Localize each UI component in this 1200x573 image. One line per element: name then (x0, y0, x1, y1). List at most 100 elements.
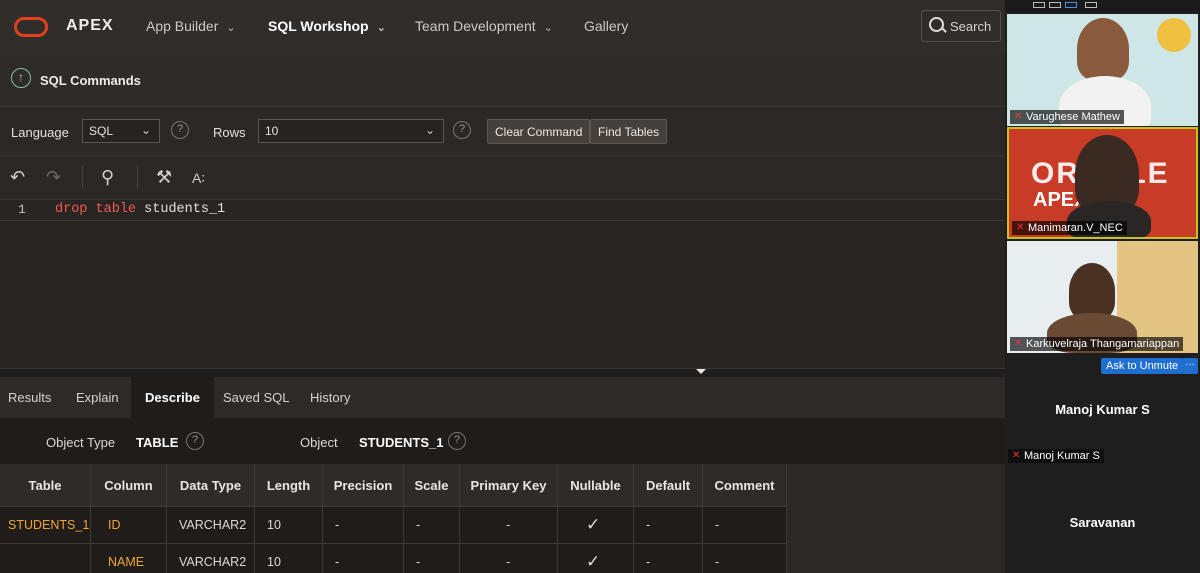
nav-team-development-label: Team Development (415, 18, 536, 34)
nav-gallery[interactable]: Gallery (584, 18, 628, 34)
table-header-row: Table Column Data Type Length Precision … (0, 464, 787, 507)
column-header: Comment (703, 464, 787, 506)
nav-sql-workshop-label: SQL Workshop (268, 18, 369, 34)
participant-name-large: Saravanan (1069, 515, 1136, 530)
nav-sql-workshop[interactable]: SQL Workshop ⌄ (268, 18, 386, 34)
hammer-icon[interactable]: ⚒ (156, 167, 172, 188)
line-number: 1 (18, 202, 26, 217)
table-cell: - (404, 507, 460, 543)
participant-tile[interactable]: Karkuvelraja Thangamariappan (1007, 241, 1198, 353)
grid-view-icon[interactable] (1085, 2, 1097, 8)
search-icon[interactable]: ⚲ (101, 167, 114, 188)
table-cell: ID (91, 507, 167, 543)
search-label: Search (950, 19, 992, 34)
undo-icon[interactable]: ↶ (10, 167, 25, 188)
search-icon (929, 17, 944, 32)
object-label: Object (300, 435, 338, 450)
describe-header: Object Type TABLE ? Object STUDENTS_1 ? (0, 418, 1005, 464)
column-header: Length (255, 464, 323, 506)
layout-icon[interactable] (1049, 2, 1061, 8)
table-cell (0, 544, 91, 573)
participant-name: Manimaran.V_NEC (1012, 221, 1127, 235)
tab-explain[interactable]: Explain (74, 377, 121, 418)
page-header: ↑ SQL Commands (0, 54, 1005, 107)
nav-app-builder-label: App Builder (146, 18, 219, 34)
find-tables-button[interactable]: Find Tables (590, 119, 668, 144)
help-icon[interactable]: ? (453, 121, 471, 139)
search-button[interactable]: Search (921, 10, 1001, 42)
layout-icon[interactable] (1065, 2, 1077, 8)
apex-window: APEX App Builder ⌄ SQL Workshop ⌄ Team Dev… (0, 0, 1005, 573)
check-icon: ✓ (558, 544, 634, 573)
tab-results[interactable]: Results (6, 377, 53, 418)
table-cell: VARCHAR2 (167, 507, 255, 543)
caret-down-icon[interactable] (696, 369, 706, 374)
chevron-down-icon: ⌄ (226, 22, 236, 34)
column-header: Data Type (167, 464, 255, 506)
help-icon[interactable]: ? (448, 432, 466, 450)
language-select[interactable]: SQL ⌄ (82, 119, 160, 143)
table-row: STUDENTS_1 ID VARCHAR2 10 - - - ✓ - - (0, 507, 787, 544)
column-header: Column (91, 464, 167, 506)
table-cell: NAME (91, 544, 167, 573)
object-value: STUDENTS_1 (359, 435, 444, 450)
page-title: SQL Commands (40, 73, 141, 88)
arrow-up-circle-icon[interactable]: ↑ (11, 68, 31, 88)
chevron-down-icon: ⌄ (543, 22, 553, 34)
participant-name-large: Manoj Kumar S (1055, 402, 1150, 417)
oracle-logo-icon[interactable] (14, 17, 48, 37)
nav-team-development[interactable]: Team Development ⌄ (415, 18, 553, 34)
column-header: Primary Key (460, 464, 558, 506)
pane-splitter[interactable] (0, 368, 1005, 377)
toolbar-divider (82, 166, 83, 188)
column-header: Scale (404, 464, 460, 506)
more-options-icon[interactable]: ··· (1182, 358, 1198, 374)
language-label: Language (11, 125, 69, 140)
column-header: Default (634, 464, 703, 506)
table-cell: - (634, 544, 703, 573)
table-cell: - (703, 544, 787, 573)
object-type-value: TABLE (136, 435, 179, 450)
table-cell: - (634, 507, 703, 543)
column-header: Table (0, 464, 91, 506)
top-nav: APEX App Builder ⌄ SQL Workshop ⌄ Team Dev… (0, 0, 1005, 54)
table-cell: STUDENTS_1 (0, 507, 91, 543)
tab-describe[interactable]: Describe (131, 377, 214, 418)
participant-video (1069, 263, 1115, 319)
column-header: Precision (323, 464, 404, 506)
ask-to-unmute-button[interactable]: Ask to Unmute (1101, 358, 1184, 374)
text-case-icon[interactable]: A∶ (192, 170, 205, 187)
sql-keyword: table (95, 202, 137, 217)
tab-saved-sql[interactable]: Saved SQL (221, 377, 292, 418)
sql-identifier: students_1 (144, 202, 226, 217)
brand-name[interactable]: APEX (66, 17, 114, 35)
participant-tile[interactable]: ORACLE APEX Manimaran.V_NEC (1007, 127, 1198, 239)
chevron-down-icon: ⌄ (424, 123, 435, 137)
chevron-down-icon: ⌄ (140, 123, 151, 137)
rows-select[interactable]: 10 ⌄ (258, 119, 444, 143)
redo-icon[interactable]: ↷ (46, 167, 61, 188)
chevron-down-icon: ⌄ (376, 22, 386, 34)
nav-app-builder[interactable]: App Builder ⌄ (146, 18, 236, 34)
help-icon[interactable]: ? (171, 121, 189, 139)
help-icon[interactable]: ? (186, 432, 204, 450)
layout-icon[interactable] (1033, 2, 1045, 8)
code-line[interactable]: drop table students_1 (55, 202, 225, 217)
rows-value: 10 (265, 124, 279, 138)
participant-name: Manoj Kumar S (1008, 449, 1104, 463)
check-icon: ✓ (558, 507, 634, 543)
results-tabs: Results Explain Describe Saved SQL Histo… (0, 377, 1005, 418)
table-cell: - (404, 544, 460, 573)
clear-command-button[interactable]: Clear Command (487, 119, 591, 144)
table-cell: 10 (255, 507, 323, 543)
view-switcher (1005, 0, 1200, 12)
table-cell: 10 (255, 544, 323, 573)
column-header: Nullable (558, 464, 634, 506)
table-cell: - (323, 507, 404, 543)
sun-decoration (1157, 18, 1191, 52)
participant-tile[interactable]: Varughese Mathew (1007, 14, 1198, 126)
command-options: Language SQL ⌄ ? Rows 10 ⌄ ? Clear Comma… (0, 107, 1005, 156)
tab-history[interactable]: History (308, 377, 352, 418)
language-value: SQL (89, 124, 114, 138)
sql-editor[interactable]: 1 drop table students_1 (0, 198, 1005, 368)
